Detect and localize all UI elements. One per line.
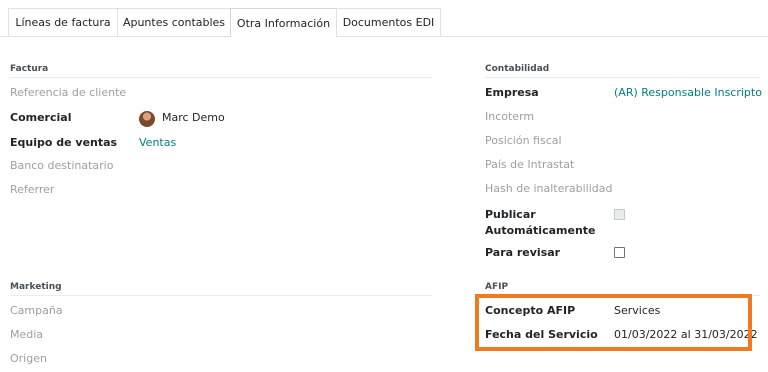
highlight-box: [475, 294, 752, 351]
label-banco-destinatario[interactable]: Banco destinatario: [10, 158, 113, 174]
label-publicar-line1: Publicar: [485, 208, 536, 221]
section-title-factura: Factura: [10, 64, 49, 74]
label-publicar-line2: Automáticamente: [485, 224, 596, 237]
label-origen[interactable]: Origen: [10, 351, 47, 367]
publicar-automaticamente-checkbox: [614, 209, 625, 220]
section-title-marketing: Marketing: [10, 282, 62, 292]
label-empresa: Empresa: [485, 86, 539, 99]
section-title-afip: AFIP: [485, 282, 509, 292]
tab-lineas-factura[interactable]: Líneas de factura: [8, 8, 118, 36]
label-posicion-fiscal[interactable]: Posición fiscal: [485, 133, 562, 149]
label-campana[interactable]: Campaña: [10, 303, 63, 319]
section-title-contabilidad: Contabilidad: [485, 64, 550, 74]
label-referencia-cliente[interactable]: Referencia de cliente: [10, 85, 126, 101]
label-equipo-ventas: Equipo de ventas: [10, 136, 118, 149]
comercial-value[interactable]: Marc Demo: [162, 110, 225, 126]
notebook-tabs: Líneas de factura Apuntes contables Otra…: [0, 0, 768, 37]
tab-documentos-edi[interactable]: Documentos EDI: [336, 8, 441, 36]
label-comercial: Comercial: [10, 111, 72, 124]
section-separator: [10, 77, 432, 78]
tab-otra-informacion[interactable]: Otra Información: [230, 8, 337, 37]
tab-apuntes-contables[interactable]: Apuntes contables: [117, 8, 231, 36]
avatar: [139, 111, 155, 127]
empresa-value[interactable]: (AR) Responsable Inscripto: [614, 85, 762, 101]
label-incoterm[interactable]: Incoterm: [485, 109, 534, 125]
label-referrer[interactable]: Referrer: [10, 182, 54, 198]
label-media[interactable]: Media: [10, 327, 43, 343]
section-separator: [10, 295, 432, 296]
equipo-ventas-value[interactable]: Ventas: [139, 135, 176, 151]
para-revisar-checkbox[interactable]: [614, 247, 625, 258]
section-separator: [485, 77, 760, 78]
label-para-revisar: Para revisar: [485, 246, 561, 259]
label-pais-intrastat[interactable]: País de Intrastat: [485, 157, 574, 173]
label-hash-inalterabilidad[interactable]: Hash de inalterabilidad: [485, 181, 612, 197]
